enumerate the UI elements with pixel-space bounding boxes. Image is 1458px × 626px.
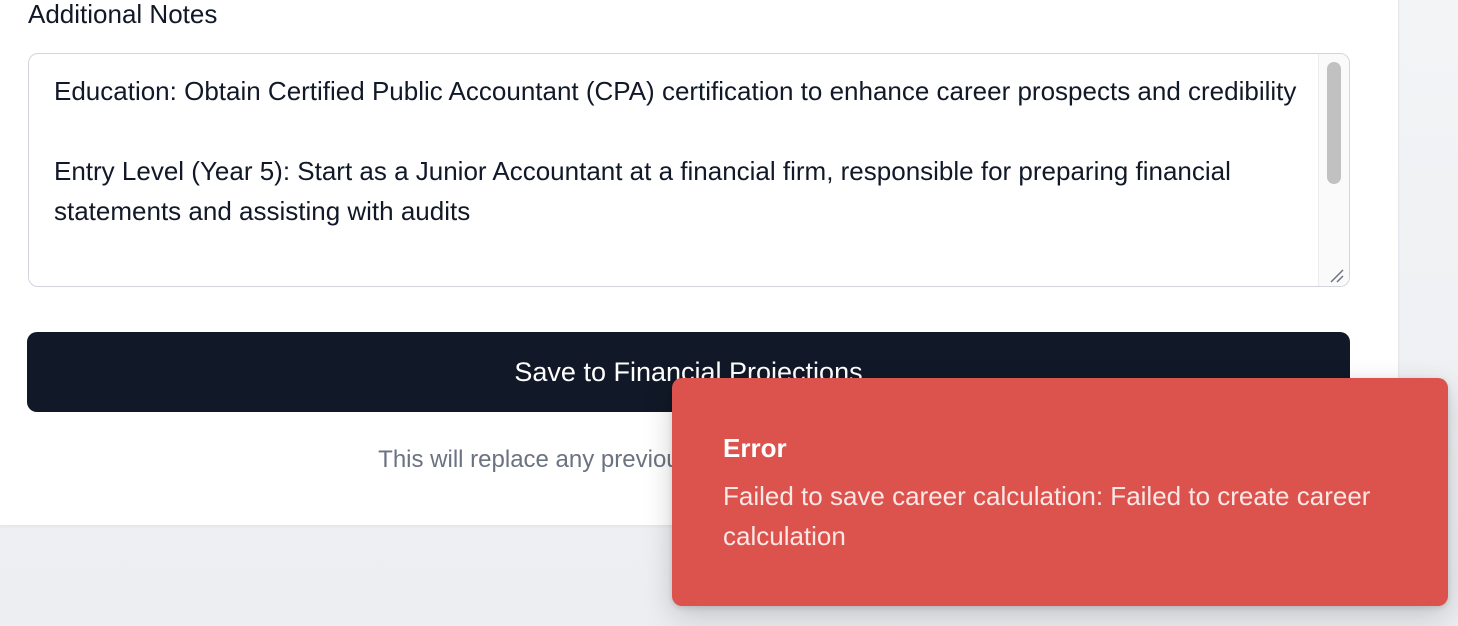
notes-paragraph: Education: Obtain Certified Public Accou… xyxy=(54,76,1297,106)
notes-paragraph: Entry Level (Year 5): Start as a Junior … xyxy=(54,156,1231,226)
notes-textarea-content[interactable]: Education: Obtain Certified Public Accou… xyxy=(54,71,1304,271)
error-toast[interactable]: Error Failed to save career calculation:… xyxy=(672,378,1448,606)
resize-handle-icon[interactable] xyxy=(1327,266,1345,284)
toast-message: Failed to save career calculation: Faile… xyxy=(723,481,1371,551)
textarea-scrollbar[interactable] xyxy=(1318,54,1349,286)
toast-title: Error xyxy=(723,433,787,463)
notes-textarea[interactable]: Education: Obtain Certified Public Accou… xyxy=(28,53,1350,287)
scrollbar-thumb[interactable] xyxy=(1327,62,1341,184)
notes-label: Additional Notes xyxy=(28,0,218,29)
